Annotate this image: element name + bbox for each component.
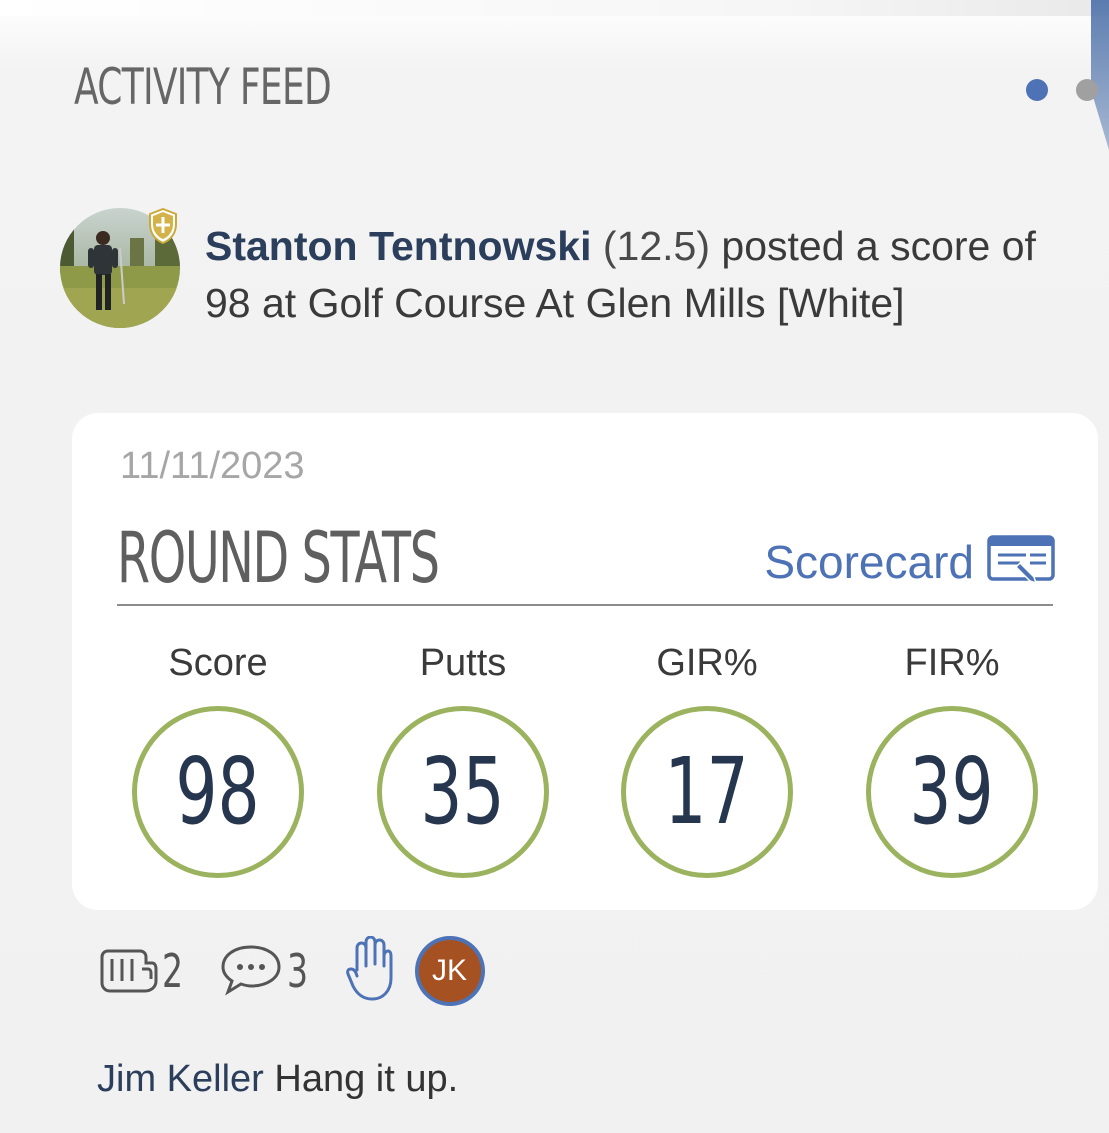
stat-ring: 17 bbox=[621, 706, 793, 878]
section-divider bbox=[117, 604, 1053, 606]
stat-ring: 39 bbox=[866, 706, 1038, 878]
reactor-avatar[interactable]: JK bbox=[414, 936, 485, 1006]
stat-score[interactable]: Score 98 bbox=[132, 638, 304, 878]
post-description: Stanton Tentnowski (12.5) posted a score… bbox=[205, 218, 1065, 332]
comment-text: Hang it up. bbox=[274, 1058, 459, 1100]
scorecard-link[interactable]: Scorecard bbox=[764, 531, 1058, 592]
stat-label: Putts bbox=[419, 642, 507, 684]
stat-value: 39 bbox=[909, 738, 995, 845]
activity-feed-screen: ACTIVITY FEED Stanton Tentnowski (12.5) … bbox=[0, 0, 1109, 1133]
raised-hand-icon[interactable] bbox=[345, 935, 393, 1007]
post-author[interactable]: Stanton Tentnowski bbox=[205, 223, 591, 269]
top-edge bbox=[0, 0, 1109, 16]
raise-hand-button[interactable] bbox=[345, 935, 393, 1007]
fist-bump-button[interactable]: 2 bbox=[96, 941, 191, 1002]
stat-value: 35 bbox=[420, 738, 506, 845]
post-actions: 2 3 JK bbox=[96, 935, 485, 1007]
stat-fir[interactable]: FIR% 39 bbox=[866, 638, 1038, 878]
scorecard-label[interactable]: Scorecard bbox=[764, 535, 974, 589]
comment-author[interactable]: Jim Keller bbox=[97, 1058, 264, 1100]
round-stats-title: ROUND STATS bbox=[117, 517, 440, 599]
stat-label: FIR% bbox=[904, 642, 1000, 684]
stat-value: 98 bbox=[175, 738, 261, 845]
comment-button[interactable]: 3 bbox=[219, 941, 316, 1002]
stat-value: 17 bbox=[664, 738, 750, 845]
post-handicap: (12.5) bbox=[602, 223, 710, 269]
stat-putts[interactable]: Putts 35 bbox=[377, 638, 549, 878]
comment-count: 3 bbox=[287, 944, 309, 998]
reactor-initials: JK bbox=[418, 940, 481, 1002]
stat-gir[interactable]: GIR% 17 bbox=[621, 638, 793, 878]
comment: Jim Keller Hang it up. bbox=[97, 1058, 458, 1101]
stat-label: Score bbox=[168, 642, 268, 684]
page-indicator[interactable] bbox=[1026, 79, 1098, 101]
scorecard-edit-icon[interactable] bbox=[986, 531, 1058, 592]
stat-ring: 98 bbox=[132, 706, 304, 878]
shield-plus-icon bbox=[148, 207, 178, 245]
stat-label: GIR% bbox=[656, 642, 758, 684]
round-stats-card[interactable]: 11/11/2023 ROUND STATS Scorecard Score 9… bbox=[72, 413, 1098, 910]
speech-bubble-icon[interactable] bbox=[219, 941, 283, 1002]
right-edge-accent bbox=[1091, 0, 1109, 150]
page-title: ACTIVITY FEED bbox=[74, 58, 332, 116]
page-dot-inactive[interactable] bbox=[1076, 79, 1098, 101]
round-date: 11/11/2023 bbox=[120, 445, 305, 487]
page-dot-active[interactable] bbox=[1026, 79, 1048, 101]
stat-ring: 35 bbox=[377, 706, 549, 878]
fist-bump-icon[interactable] bbox=[96, 941, 158, 1002]
fist-bump-count: 2 bbox=[162, 944, 184, 998]
